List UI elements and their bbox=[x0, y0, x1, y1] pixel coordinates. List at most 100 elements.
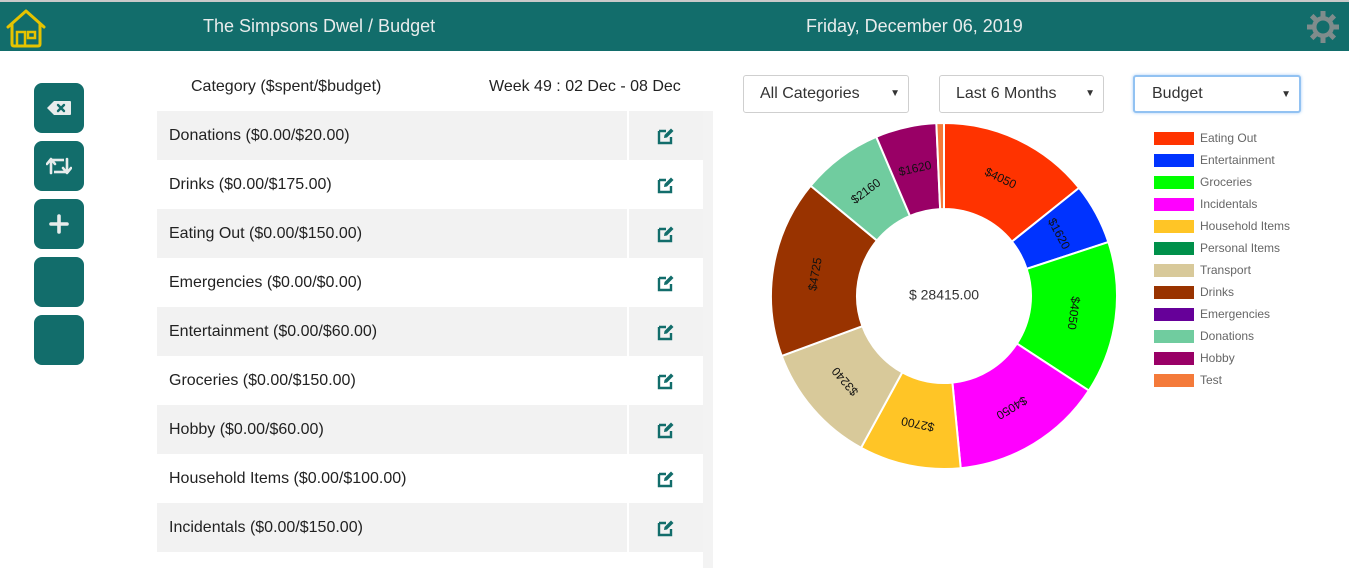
edit-icon bbox=[657, 422, 674, 438]
legend-item-test[interactable]: Test bbox=[1154, 369, 1290, 391]
category-label: Eating Out ($0.00/$150.00) bbox=[169, 224, 363, 242]
legend-swatch bbox=[1154, 329, 1194, 343]
legend-item-eating-out[interactable]: Eating Out bbox=[1154, 127, 1290, 149]
repeat-button[interactable] bbox=[34, 141, 84, 191]
legend-label: Hobby bbox=[1200, 351, 1235, 365]
legend-item-household-items[interactable]: Household Items bbox=[1154, 215, 1290, 237]
page-title: The Simpsons Dwel / Budget bbox=[203, 16, 436, 36]
legend-label: Groceries bbox=[1200, 175, 1253, 189]
list-item[interactable]: Donations ($0.00/$20.00) bbox=[157, 111, 703, 160]
list-scrollbar[interactable] bbox=[703, 111, 713, 568]
backspace-icon bbox=[47, 101, 71, 115]
legend-item-transport[interactable]: Transport bbox=[1154, 259, 1290, 281]
legend-swatch bbox=[1154, 263, 1194, 277]
chevron-down-icon: ▼ bbox=[890, 88, 900, 99]
list-item[interactable]: Eating Out ($0.00/$150.00) bbox=[157, 209, 703, 258]
category-label: Household Items ($0.00/$100.00) bbox=[169, 469, 407, 487]
category-label: Entertainment ($0.00/$60.00) bbox=[169, 322, 378, 340]
list-item[interactable]: Household Items ($0.00/$100.00) bbox=[157, 454, 703, 503]
legend-swatch bbox=[1154, 197, 1194, 211]
blank-button-2[interactable] bbox=[34, 315, 84, 365]
plus-icon bbox=[49, 214, 69, 234]
edit-button[interactable] bbox=[627, 405, 703, 454]
legend-swatch bbox=[1154, 307, 1194, 321]
list-item[interactable]: Incidentals ($0.00/$150.00) bbox=[157, 503, 703, 552]
legend-label: Test bbox=[1200, 373, 1223, 387]
edit-button[interactable] bbox=[627, 209, 703, 258]
legend-label: Transport bbox=[1200, 263, 1251, 277]
list-item[interactable]: Entertainment ($0.00/$60.00) bbox=[157, 307, 703, 356]
legend-label: Entertainment bbox=[1200, 153, 1275, 167]
category-label: Groceries ($0.00/$150.00) bbox=[169, 371, 356, 389]
list-item[interactable]: Emergencies ($0.00/$0.00) bbox=[157, 258, 703, 307]
mode-filter-value: Budget bbox=[1152, 85, 1203, 102]
legend-label: Incidentals bbox=[1200, 197, 1258, 211]
edit-button[interactable] bbox=[627, 258, 703, 307]
legend-swatch bbox=[1154, 373, 1194, 387]
clear-button[interactable] bbox=[34, 83, 84, 133]
legend-item-entertainment[interactable]: Entertainment bbox=[1154, 149, 1290, 171]
legend-swatch bbox=[1154, 219, 1194, 233]
edit-icon bbox=[657, 128, 674, 144]
add-button[interactable] bbox=[34, 199, 84, 249]
legend-item-emergencies[interactable]: Emergencies bbox=[1154, 303, 1290, 325]
list-item[interactable]: Hobby ($0.00/$60.00) bbox=[157, 405, 703, 454]
category-label: Drinks ($0.00/$175.00) bbox=[169, 175, 332, 193]
legend-swatch bbox=[1154, 241, 1194, 255]
category-label: Hobby ($0.00/$60.00) bbox=[169, 420, 324, 438]
current-date: Friday, December 06, 2019 bbox=[806, 16, 1023, 36]
legend-label: Personal Items bbox=[1200, 241, 1281, 255]
edit-icon bbox=[657, 226, 674, 242]
mode-filter-select[interactable]: Budget ▼ bbox=[1133, 75, 1301, 113]
list-item[interactable]: Groceries ($0.00/$150.00) bbox=[157, 356, 703, 405]
category-filter-select[interactable]: All Categories ▼ bbox=[743, 75, 909, 113]
category-label: Incidentals ($0.00/$150.00) bbox=[169, 518, 363, 536]
legend-swatch bbox=[1154, 131, 1194, 145]
category-filter-value: All Categories bbox=[760, 85, 860, 102]
edit-button[interactable] bbox=[627, 111, 703, 160]
category-label: Donations ($0.00/$20.00) bbox=[169, 126, 350, 144]
legend-label: Household Items bbox=[1200, 219, 1291, 233]
edit-button[interactable] bbox=[627, 356, 703, 405]
legend-item-donations[interactable]: Donations bbox=[1154, 325, 1290, 347]
edit-button[interactable] bbox=[627, 503, 703, 552]
gear-icon[interactable] bbox=[1306, 10, 1340, 44]
legend-item-hobby[interactable]: Hobby bbox=[1154, 347, 1290, 369]
period-filter-select[interactable]: Last 6 Months ▼ bbox=[939, 75, 1104, 113]
legend-swatch bbox=[1154, 175, 1194, 189]
chevron-down-icon: ▼ bbox=[1281, 89, 1291, 100]
chevron-down-icon: ▼ bbox=[1085, 88, 1095, 99]
legend-item-personal-items[interactable]: Personal Items bbox=[1154, 237, 1290, 259]
legend-label: Eating Out bbox=[1200, 131, 1257, 145]
legend-swatch bbox=[1154, 153, 1194, 167]
legend-item-incidentals[interactable]: Incidentals bbox=[1154, 193, 1290, 215]
legend-label: Donations bbox=[1200, 329, 1255, 343]
edit-icon bbox=[657, 324, 674, 340]
retweet-icon bbox=[46, 157, 72, 175]
legend-label: Emergencies bbox=[1200, 307, 1271, 321]
edit-icon bbox=[657, 373, 674, 389]
chart-legend: Eating Out Entertainment Groceries Incident… bbox=[1154, 127, 1290, 391]
edit-icon bbox=[657, 177, 674, 193]
category-label: Emergencies ($0.00/$0.00) bbox=[169, 273, 362, 291]
edit-button[interactable] bbox=[627, 307, 703, 356]
chart-center-total: $ 28415.00 bbox=[909, 287, 979, 303]
category-list: Donations ($0.00/$20.00) Drinks ($0.00/$… bbox=[157, 111, 703, 552]
blank-button-1[interactable] bbox=[34, 257, 84, 307]
period-filter-value: Last 6 Months bbox=[956, 85, 1057, 102]
home-icon[interactable] bbox=[4, 6, 48, 48]
edit-icon bbox=[657, 275, 674, 291]
top-bar: The Simpsons Dwel / Budget Friday, Decem… bbox=[0, 0, 1349, 51]
legend-item-groceries[interactable]: Groceries bbox=[1154, 171, 1290, 193]
legend-swatch bbox=[1154, 351, 1194, 365]
legend-item-drinks[interactable]: Drinks bbox=[1154, 281, 1290, 303]
edit-button[interactable] bbox=[627, 160, 703, 209]
list-header-category: Category ($spent/$budget) bbox=[191, 78, 382, 95]
legend-swatch bbox=[1154, 285, 1194, 299]
edit-button[interactable] bbox=[627, 454, 703, 503]
list-header-week: Week 49 : 02 Dec - 08 Dec bbox=[489, 78, 681, 95]
edit-icon bbox=[657, 471, 674, 487]
budget-donut-chart: $4050$1620$4050$4050$2700$3240$4725$2160… bbox=[770, 121, 1118, 470]
list-item[interactable]: Drinks ($0.00/$175.00) bbox=[157, 160, 703, 209]
legend-label: Drinks bbox=[1200, 285, 1235, 299]
